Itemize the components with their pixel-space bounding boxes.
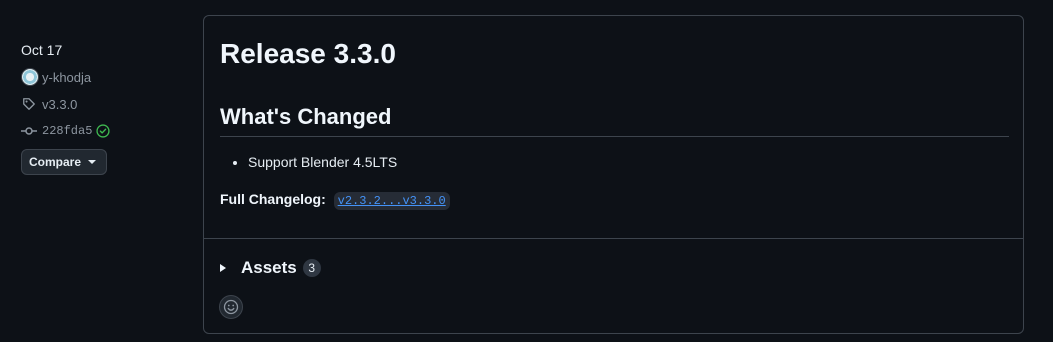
add-reaction-button[interactable] (219, 295, 243, 319)
release-date: Oct 17 (21, 42, 63, 58)
check-circle-icon[interactable] (95, 123, 111, 139)
tag-row[interactable]: v3.3.0 (21, 94, 191, 114)
full-changelog: Full Changelog: v2.3.2...v3.3.0 (220, 189, 450, 210)
commit-row[interactable]: 228fda5 (21, 121, 191, 141)
divider (204, 238, 1023, 239)
change-list: Support Blender 4.5LTS (220, 152, 397, 172)
assets-title: Assets (241, 258, 297, 277)
changelog-link[interactable]: v2.3.2...v3.3.0 (333, 192, 450, 210)
compare-button[interactable]: Compare (21, 149, 108, 175)
whats-changed-heading: What's Changed (220, 102, 1009, 137)
caret-down-icon (88, 160, 97, 164)
release-meta: Oct 17 y-khodja v3.3.0 228fda5 Compare (21, 40, 191, 175)
commit-sha[interactable]: 228fda5 (42, 124, 92, 138)
avatar[interactable] (21, 68, 39, 86)
triangle-right-icon (220, 264, 226, 272)
assets-toggle[interactable]: Assets 3 (220, 256, 321, 280)
tag-label[interactable]: v3.3.0 (42, 97, 77, 112)
smiley-icon (223, 299, 239, 315)
tag-icon (21, 96, 37, 112)
release-title[interactable]: Release 3.3.0 (220, 36, 396, 72)
author-row[interactable]: y-khodja (21, 67, 191, 87)
assets-count-badge: 3 (302, 259, 321, 277)
git-commit-icon (21, 123, 37, 139)
changelog-label: Full Changelog: (220, 191, 326, 207)
release-page: Oct 17 y-khodja v3.3.0 228fda5 Compare R… (0, 0, 1053, 342)
list-item: Support Blender 4.5LTS (248, 152, 397, 172)
release-card: Release 3.3.0 What's Changed Support Ble… (203, 15, 1024, 334)
compare-label: Compare (29, 155, 82, 169)
author-name[interactable]: y-khodja (42, 70, 91, 85)
